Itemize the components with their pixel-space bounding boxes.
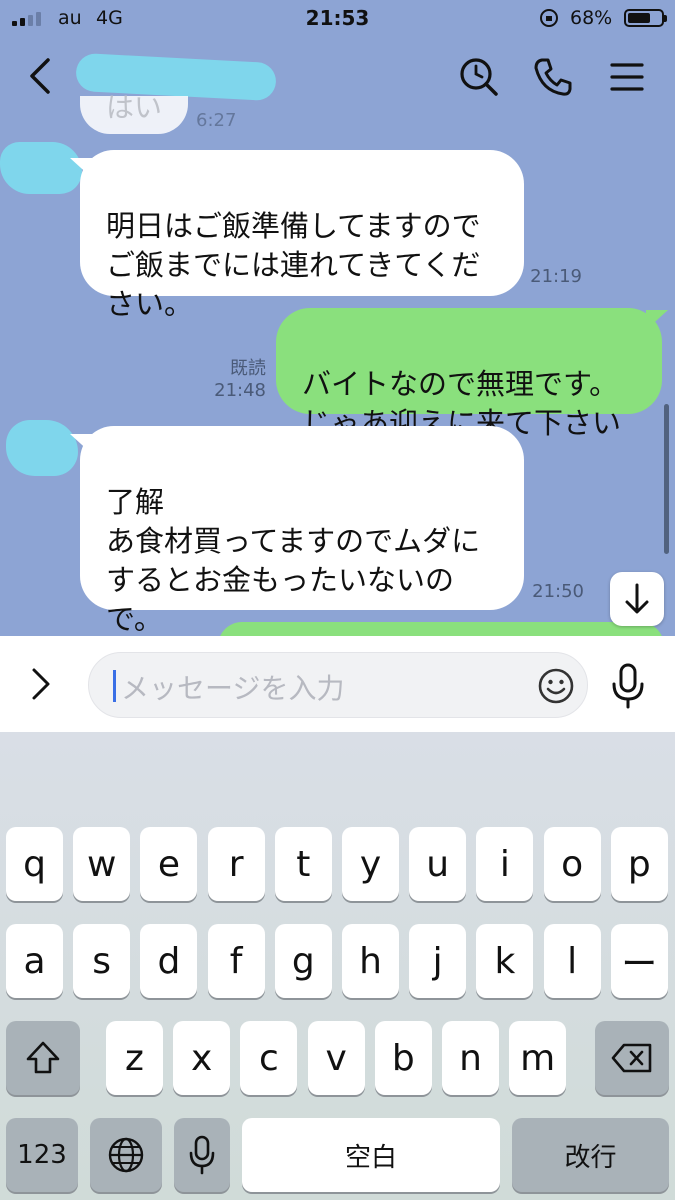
- microphone-icon: [612, 663, 644, 709]
- partial-message-bubble[interactable]: はい: [80, 91, 188, 134]
- chat-area: au 4G 21:53 68% はい 6:27 明日はご飯準備してますので ご飯…: [0, 0, 675, 636]
- key-t[interactable]: t: [274, 827, 332, 901]
- read-receipt: 既読 21:48: [200, 358, 266, 402]
- menu-icon: [610, 63, 644, 91]
- rotation-lock-icon: [540, 9, 558, 27]
- key-m[interactable]: m: [509, 1021, 567, 1095]
- text-cursor: [113, 670, 116, 702]
- message-time: 21:50: [532, 581, 584, 602]
- message-time: 21:48: [214, 380, 266, 401]
- numbers-key[interactable]: 123: [6, 1118, 78, 1192]
- key-y[interactable]: y: [342, 827, 399, 901]
- message-placeholder: メッセージを入力: [121, 672, 345, 705]
- return-key[interactable]: 改行: [512, 1118, 669, 1192]
- key-h[interactable]: h: [342, 924, 399, 998]
- shift-key[interactable]: [6, 1021, 80, 1095]
- scroll-to-bottom-button[interactable]: [610, 572, 664, 626]
- key-d[interactable]: d: [140, 924, 198, 998]
- shift-icon: [26, 1041, 60, 1074]
- back-button[interactable]: [22, 54, 62, 98]
- key-r[interactable]: r: [207, 827, 265, 901]
- key-o[interactable]: o: [543, 827, 601, 901]
- menu-button[interactable]: [604, 54, 650, 100]
- arrow-down-icon: [625, 583, 649, 614]
- message-bubble-sent[interactable]: バイトなので無理です。 じゃあ迎えに来て下さい: [276, 308, 662, 440]
- battery-percent: 68%: [570, 7, 613, 29]
- software-keyboard: qwertyuiop asdfghjklー zxcvbnm 123 空白 改行: [0, 732, 675, 1200]
- redacted-avatar: [0, 142, 82, 194]
- key-p[interactable]: p: [610, 827, 668, 901]
- partial-message-text: はい: [106, 91, 163, 124]
- expand-menu-button[interactable]: [22, 666, 58, 702]
- key-x[interactable]: x: [173, 1021, 231, 1095]
- key-v[interactable]: v: [307, 1021, 365, 1095]
- message-input[interactable]: メッセージを入力: [88, 652, 588, 718]
- search-button[interactable]: [456, 54, 502, 100]
- redacted-avatar: [6, 420, 78, 476]
- chevron-right-icon: [32, 668, 50, 700]
- voice-input-button[interactable]: [608, 662, 648, 710]
- microphone-icon: [189, 1135, 215, 1175]
- message-bubble-received[interactable]: 了解 あ食材買ってますのでムダに するとお金もったいないの で。: [80, 426, 524, 636]
- key-l[interactable]: l: [543, 924, 601, 998]
- read-label: 既読: [230, 358, 266, 379]
- key-g[interactable]: g: [274, 924, 332, 998]
- message-bubble-received[interactable]: 明日はご飯準備してますので ご飯までには連れてきてくだ さい。: [80, 150, 524, 321]
- space-key[interactable]: 空白: [242, 1118, 500, 1192]
- scrollbar[interactable]: [664, 404, 669, 554]
- key-q[interactable]: q: [6, 827, 63, 901]
- call-button[interactable]: [530, 54, 576, 100]
- dictation-key[interactable]: [174, 1118, 230, 1192]
- status-bar: au 4G 21:53 68%: [0, 0, 675, 36]
- key-e[interactable]: e: [140, 827, 198, 901]
- key-b[interactable]: b: [374, 1021, 432, 1095]
- key-c[interactable]: c: [240, 1021, 298, 1095]
- key-a[interactable]: a: [6, 924, 63, 998]
- key-s[interactable]: s: [73, 924, 131, 998]
- key-z[interactable]: z: [106, 1021, 163, 1095]
- key-long-vowel[interactable]: ー: [610, 924, 668, 998]
- key-u[interactable]: u: [409, 827, 467, 901]
- search-history-icon: [460, 58, 498, 96]
- battery-icon: [624, 9, 667, 27]
- key-f[interactable]: f: [207, 924, 265, 998]
- key-j[interactable]: j: [409, 924, 467, 998]
- phone-icon: [534, 58, 572, 96]
- key-n[interactable]: n: [442, 1021, 499, 1095]
- emoji-icon: [538, 668, 574, 704]
- partial-message-bubble-sent[interactable]: [218, 622, 664, 636]
- back-icon: [30, 58, 50, 94]
- message-time: 21:19: [530, 266, 582, 287]
- message-text: 明日はご飯準備してますので ご飯までには連れてきてくだ さい。: [106, 209, 481, 321]
- delete-icon: [611, 1043, 652, 1073]
- globe-key[interactable]: [90, 1118, 162, 1192]
- key-i[interactable]: i: [476, 827, 534, 901]
- emoji-button[interactable]: [537, 667, 575, 705]
- key-k[interactable]: k: [476, 924, 534, 998]
- partial-message-time: 6:27: [196, 110, 237, 131]
- message-input-bar: メッセージを入力: [0, 636, 675, 732]
- message-text: 了解 あ食材買ってますのでムダに するとお金もったいないの で。: [106, 485, 481, 636]
- key-w[interactable]: w: [73, 827, 131, 901]
- globe-icon: [108, 1137, 144, 1173]
- delete-key[interactable]: [595, 1021, 669, 1095]
